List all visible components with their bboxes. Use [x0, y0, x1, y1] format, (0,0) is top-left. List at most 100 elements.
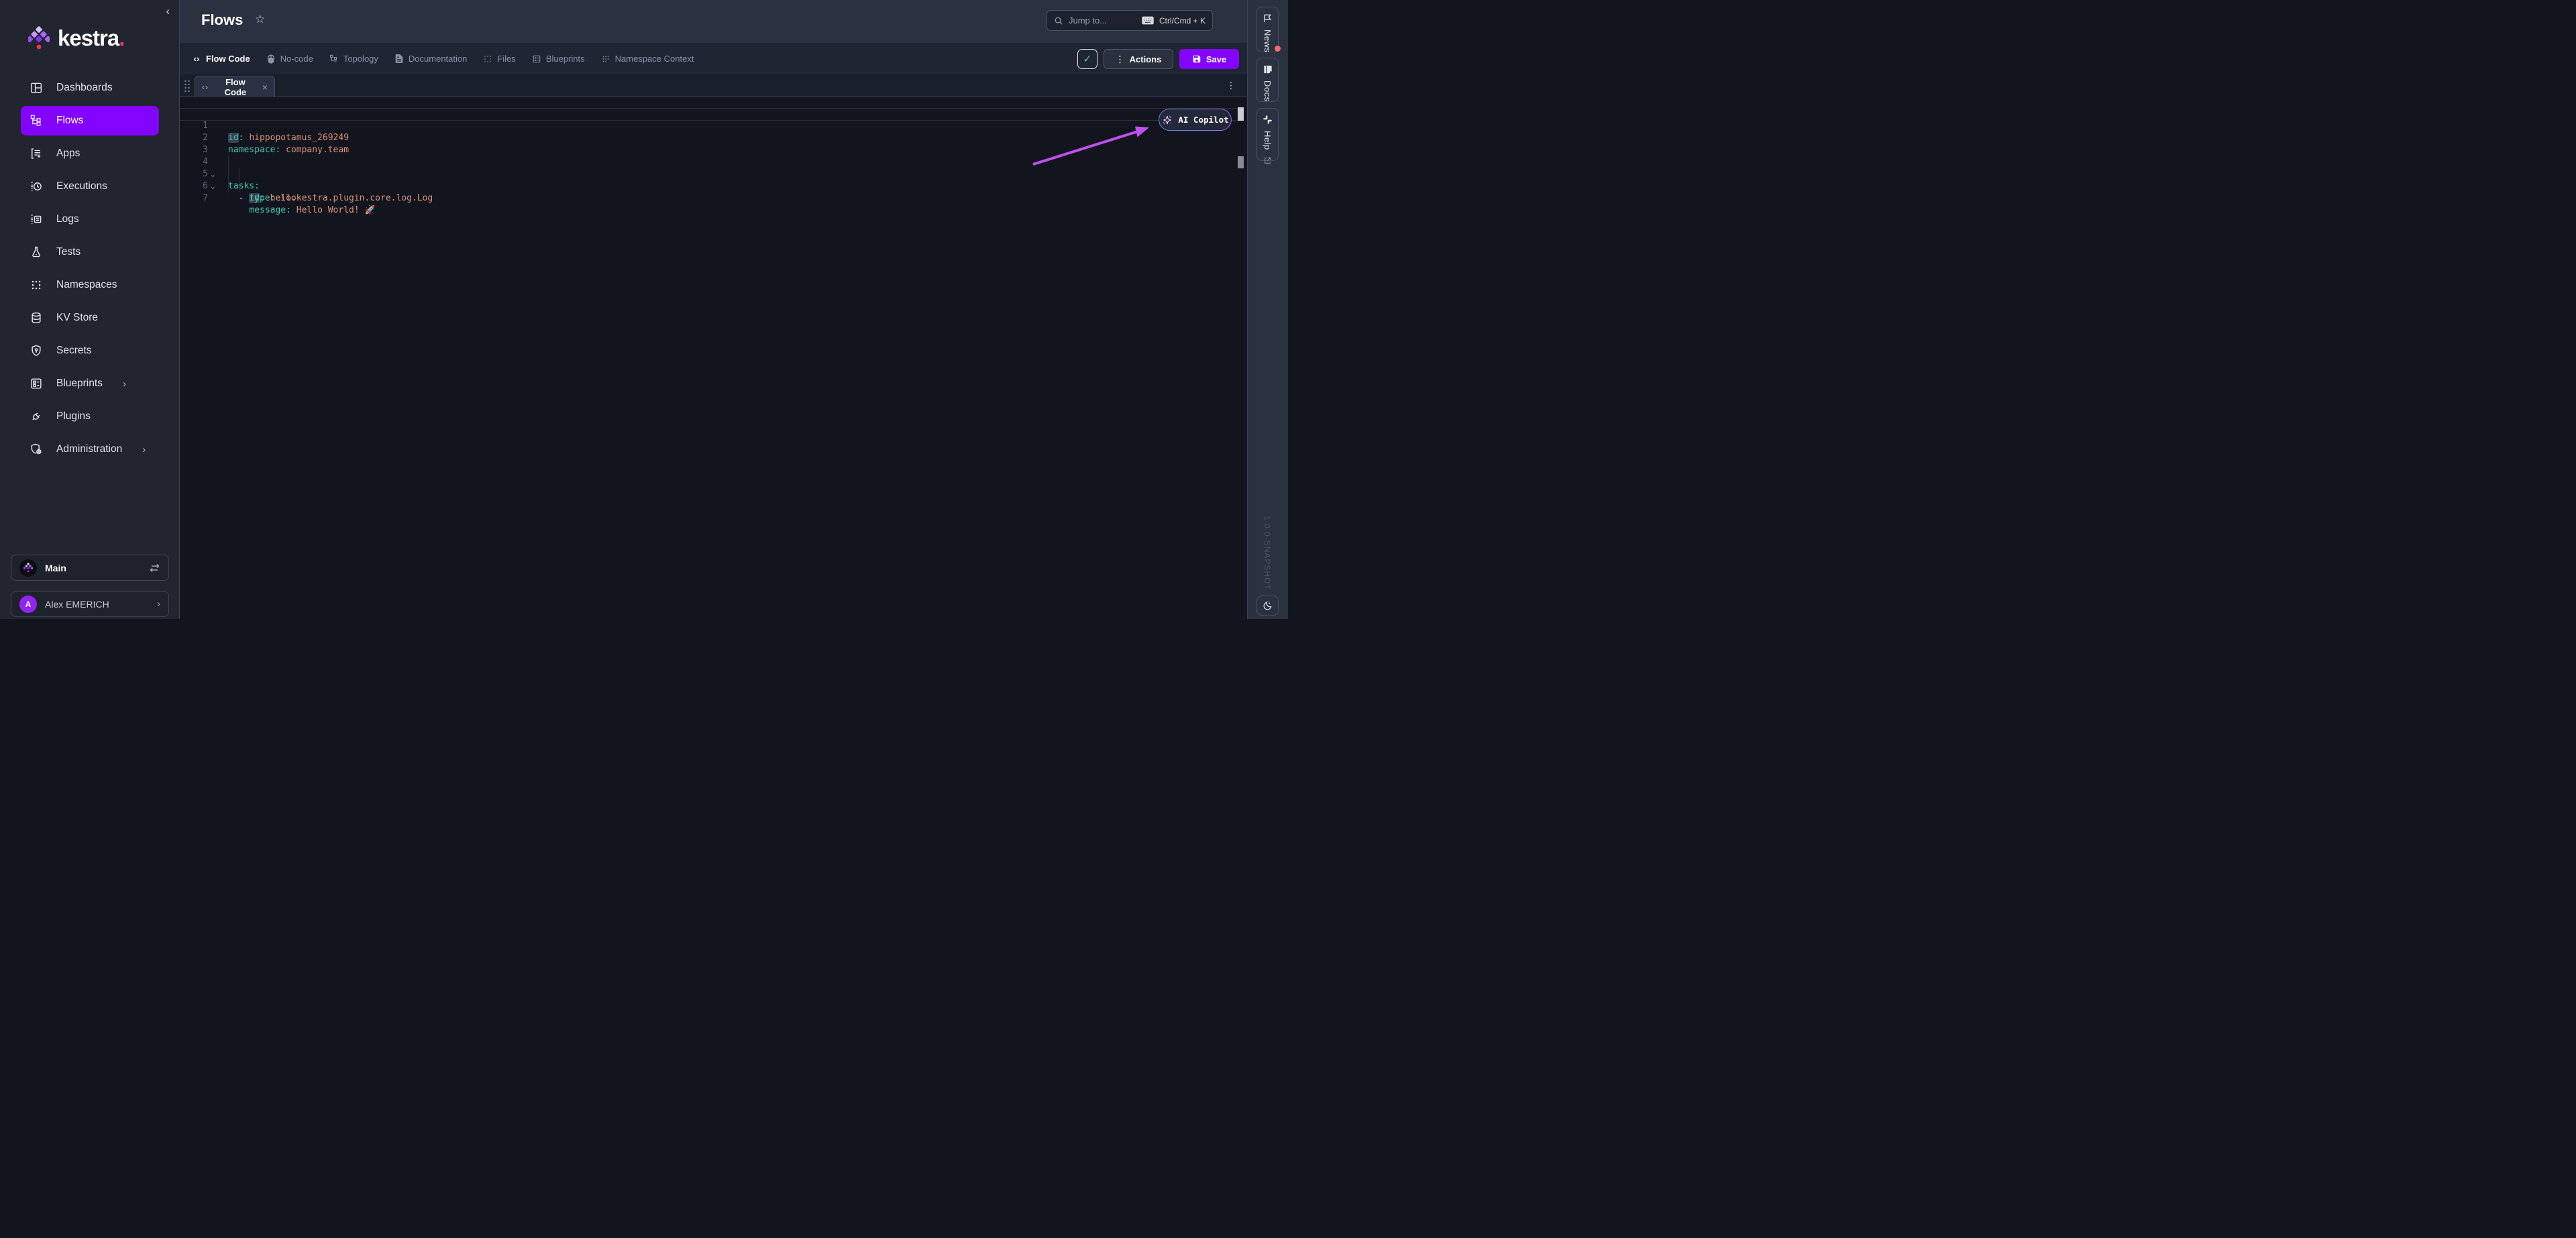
sidebar-item-executions[interactable]: Executions	[21, 172, 159, 201]
namespace-switcher[interactable]: Main	[11, 555, 169, 581]
sidebar-item-label: Dashboards	[56, 82, 113, 94]
save-button[interactable]: Save	[1179, 49, 1239, 69]
tab-topology[interactable]: Topology	[329, 54, 378, 64]
chevron-right-icon: ›	[123, 378, 126, 390]
user-avatar: A	[19, 596, 37, 613]
chevron-right-icon: ›	[157, 598, 160, 610]
sidebar-item-label: Flows	[56, 115, 83, 127]
current-line-border-top	[180, 108, 1243, 109]
sidebar-item-flows[interactable]: Flows	[21, 106, 159, 135]
validation-check-button[interactable]: ✓	[1077, 49, 1097, 69]
sidebar-item-label: Plugins	[56, 410, 91, 423]
sidebar-item-label: Blueprints	[56, 378, 103, 390]
sidebar-item-blueprints[interactable]: Blueprints ›	[21, 369, 159, 398]
topology-icon	[329, 54, 339, 64]
kebab-icon: ⋮	[1116, 54, 1125, 65]
news-flag-icon	[1263, 13, 1273, 23]
user-menu[interactable]: A Alex EMERICH ›	[11, 591, 169, 617]
code-line: 1 id: hippopotamus_269249	[180, 108, 211, 120]
code-line: 3	[180, 132, 211, 144]
close-icon[interactable]: ×	[262, 82, 268, 93]
code-editor[interactable]: 1 id: hippopotamus_269249 2 namespace: c…	[180, 97, 1247, 619]
chevron-right-icon: ›	[142, 444, 146, 455]
tab-no-code[interactable]: No-code	[266, 54, 313, 64]
editor-tab-flow-code[interactable]: ‹› Flow Code ×	[195, 76, 275, 97]
mouse-icon	[266, 54, 276, 64]
sparkle-icon	[1161, 114, 1173, 126]
fold-chevron-icon[interactable]: ⌄	[211, 180, 220, 192]
sidebar-item-label: KV Store	[56, 312, 98, 324]
sidebar-item-plugins[interactable]: Plugins	[21, 402, 159, 431]
tab-blueprints[interactable]: Blueprints	[532, 54, 585, 64]
files-dots-icon	[483, 54, 492, 64]
tab-flow-code[interactable]: ‹› Flow Code	[192, 54, 250, 64]
sidebar-item-namespaces[interactable]: Namespaces	[21, 270, 159, 300]
fold-chevron-icon[interactable]: ⌄	[211, 168, 220, 180]
search-placeholder: Jump to...	[1069, 15, 1136, 25]
namespaces-icon	[30, 278, 43, 292]
indent-guide	[228, 156, 229, 192]
sidebar-item-secrets[interactable]: Secrets	[21, 336, 159, 365]
view-tabs-bar: ‹› Flow Code No-code Topology Documenta	[180, 43, 1247, 74]
kestra-logo[interactable]: kestra.	[28, 25, 124, 51]
external-link-icon	[1263, 156, 1272, 165]
actions-button[interactable]: ⋮ Actions	[1104, 49, 1173, 69]
annotation-arrow	[1029, 123, 1157, 171]
namespace-avatar	[19, 559, 37, 577]
editor-strip-kebab-icon[interactable]: ⋮	[1226, 80, 1236, 91]
code-line: 6 type: io.kestra.plugin.core.log.Log	[180, 168, 211, 180]
docs-button[interactable]: Docs	[1256, 58, 1279, 102]
tab-documentation[interactable]: Documentation	[394, 54, 467, 64]
sidebar-item-label: Namespaces	[56, 279, 117, 291]
topbar: Flows ☆ Jump to... Ctrl/Cmd + K	[180, 0, 1247, 43]
sidebar-item-administration[interactable]: Administration ›	[21, 435, 159, 464]
code-brackets-icon: ‹›	[192, 54, 201, 64]
code-line: 7 message: Hello World! 🚀	[180, 180, 211, 192]
favorite-star-icon[interactable]: ☆	[255, 13, 265, 26]
tests-icon	[30, 245, 43, 259]
sidebar-item-label: Administration	[56, 443, 122, 455]
slack-icon	[1263, 115, 1273, 125]
swap-horizontal-icon	[149, 563, 160, 573]
tab-namespace-context[interactable]: Namespace Context	[601, 54, 694, 64]
tab-files[interactable]: Files	[483, 54, 515, 64]
save-icon	[1192, 54, 1201, 64]
apps-icon	[30, 147, 43, 160]
check-icon: ✓	[1083, 52, 1091, 66]
sidebar-item-label: Tests	[56, 246, 80, 258]
drag-handle-icon[interactable]	[183, 79, 191, 93]
database-icon	[30, 311, 43, 325]
theme-toggle-button[interactable]	[1256, 596, 1279, 616]
dashboard-icon	[30, 81, 43, 95]
news-notification-dot	[1275, 46, 1281, 52]
page-title: Flows	[201, 11, 243, 29]
jump-to-search[interactable]: Jump to... Ctrl/Cmd + K	[1046, 10, 1213, 31]
sidebar-item-label: Secrets	[56, 345, 92, 357]
sidebar-item-kv-store[interactable]: KV Store	[21, 303, 159, 333]
sidebar-item-logs[interactable]: Logs	[21, 205, 159, 234]
ai-copilot-button[interactable]: AI Copilot	[1159, 109, 1232, 131]
kestra-wordmark: kestra.	[58, 25, 124, 51]
moon-icon	[1263, 600, 1273, 611]
dots-grid-icon	[601, 54, 610, 64]
shield-account-icon	[30, 443, 43, 456]
sidebar-item-label: Logs	[56, 213, 79, 225]
document-icon	[394, 54, 404, 64]
sidebar-item-dashboards[interactable]: Dashboards	[21, 73, 159, 103]
sidebar-item-apps[interactable]: Apps	[21, 139, 159, 168]
docs-book-icon	[1263, 64, 1273, 74]
sidebar: ‹ kestra. Dashboards	[0, 0, 180, 619]
code-line: 4 ⌄ tasks:	[180, 144, 211, 156]
blueprints-grid-icon	[532, 54, 541, 64]
editor-tab-strip: ‹› Flow Code × ⋮	[180, 74, 1247, 97]
current-line-border-bottom	[180, 120, 1243, 121]
sidebar-nav: Dashboards Flows Apps Executions	[0, 73, 180, 467]
overview-ruler-mark	[1238, 107, 1244, 121]
flows-icon	[30, 114, 43, 127]
kestra-logo-mark-icon	[28, 26, 50, 50]
code-brackets-icon: ‹›	[202, 82, 209, 92]
sidebar-item-label: Executions	[56, 180, 107, 192]
sidebar-item-tests[interactable]: Tests	[21, 237, 159, 267]
sidebar-collapse-icon[interactable]: ‹	[166, 5, 170, 17]
help-button[interactable]: Help	[1256, 108, 1279, 161]
